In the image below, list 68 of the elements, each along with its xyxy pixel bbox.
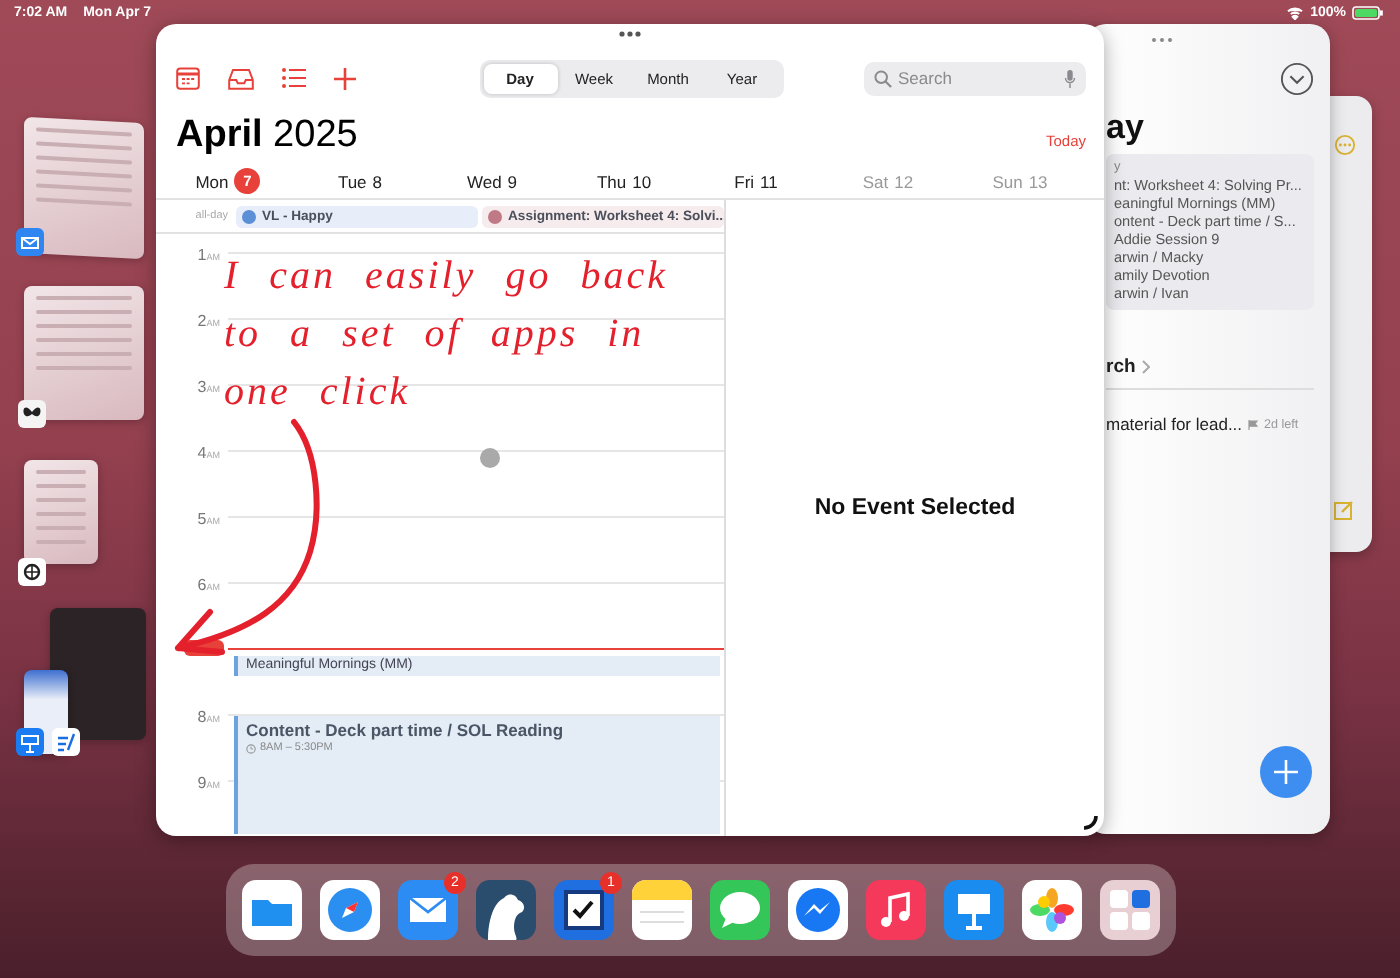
hour-label: 5 — [197, 510, 207, 528]
empty-state-message: No Event Selected — [814, 496, 1016, 520]
music-note-icon[interactable] — [866, 880, 926, 940]
flower-icon[interactable] — [1022, 880, 1082, 940]
day-number: 10 — [632, 171, 652, 191]
app-thumbnail[interactable] — [24, 460, 98, 564]
envelope-icon[interactable] — [398, 880, 458, 940]
touch-indicator — [480, 448, 500, 468]
app-thumbnail[interactable] — [24, 116, 144, 260]
section-title[interactable]: rch — [1106, 356, 1136, 378]
compass-icon[interactable] — [320, 880, 380, 940]
weekday-label: Fri — [734, 171, 755, 191]
day-number: 9 — [507, 171, 518, 191]
podium-icon[interactable] — [16, 728, 44, 756]
add-button[interactable] — [1260, 746, 1312, 798]
search-icon — [874, 69, 892, 87]
bear-icon[interactable] — [476, 880, 536, 940]
weekday-label: Sat — [862, 171, 889, 191]
search-bar[interactable]: Search — [864, 61, 1086, 95]
weekday-label: Mon — [195, 171, 229, 191]
knot-icon[interactable] — [18, 558, 46, 586]
month-title: April 2025 — [176, 114, 358, 158]
hour-label: 8 — [197, 708, 207, 726]
hour-label: 4 — [197, 444, 207, 462]
day-number: 12 — [894, 171, 914, 191]
event-title: Content - Deck part time / SOL Reading — [246, 718, 566, 740]
app-group-icon[interactable] — [1100, 880, 1160, 940]
speech-bubble-icon[interactable] — [710, 880, 770, 940]
day-number: 13 — [1028, 171, 1048, 191]
weekday-label: Thu — [596, 171, 627, 191]
podium-icon[interactable] — [944, 880, 1004, 940]
wifi-icon — [1286, 6, 1305, 20]
chevron-right-icon — [1141, 360, 1150, 374]
list-icon[interactable] — [282, 68, 306, 88]
folder-icon[interactable] — [242, 880, 302, 940]
pen-icon[interactable] — [52, 728, 80, 756]
weekday-label: Wed — [466, 171, 502, 191]
notepad-icon[interactable] — [632, 880, 692, 940]
app-thumbnail[interactable] — [24, 286, 144, 420]
hour-label: 1 — [197, 246, 207, 264]
plus-icon[interactable] — [334, 67, 356, 89]
calendar-icon[interactable] — [176, 66, 200, 90]
search-field[interactable]: Search — [898, 68, 1038, 88]
day-number: 8 — [372, 171, 383, 191]
envelope-icon[interactable] — [16, 228, 44, 256]
reminder-title[interactable]: material for lead... — [1106, 414, 1243, 434]
butterfly-icon[interactable] — [18, 400, 46, 428]
day-number: 11 — [760, 171, 778, 191]
hour-label: 2 — [197, 312, 207, 330]
inbox-icon[interactable] — [228, 67, 254, 89]
checkbox-icon[interactable] — [554, 880, 614, 940]
hour-label: 3 — [197, 378, 207, 396]
plus-icon — [1274, 760, 1298, 784]
list-title: ay — [1106, 108, 1146, 148]
more-icon[interactable] — [1150, 36, 1174, 44]
battery-icon — [1352, 6, 1384, 20]
handwritten-note: I can easily go back to a set of apps in one click — [224, 252, 670, 418]
more-icon[interactable] — [618, 30, 642, 38]
lightning-bubble-icon[interactable] — [788, 880, 848, 940]
hour-label: 6 — [197, 576, 207, 594]
clock-icon — [246, 743, 256, 753]
weekday-label: Tue — [337, 171, 367, 191]
microphone-icon[interactable] — [1064, 69, 1076, 87]
flag-icon — [1248, 419, 1259, 429]
chevron-down-circle-icon[interactable] — [1280, 62, 1314, 96]
hour-label: 9 — [197, 774, 207, 792]
weekday-label: Sun — [992, 171, 1023, 191]
resize-handle-icon[interactable] — [1082, 814, 1098, 830]
